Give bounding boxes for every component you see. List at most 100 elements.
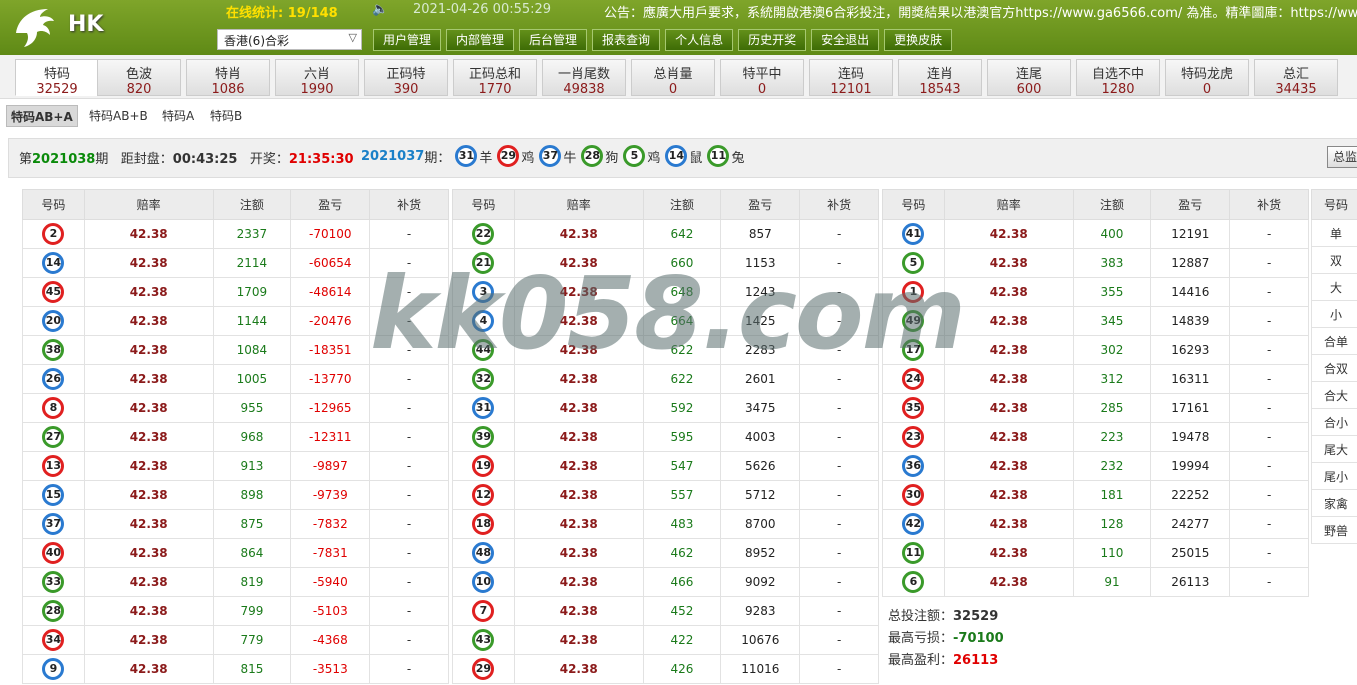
side-bet-item[interactable]: 大 (1311, 273, 1357, 301)
rebuy-cell[interactable]: - (799, 480, 879, 510)
odds-cell[interactable]: 42.38 (83, 480, 214, 510)
odds-cell[interactable]: 42.38 (943, 219, 1074, 249)
odds-cell[interactable]: 42.38 (83, 306, 214, 336)
odds-cell[interactable]: 42.38 (83, 393, 214, 423)
type-tab[interactable]: 色波 820 (97, 59, 181, 97)
odds-cell[interactable]: 42.38 (83, 596, 214, 626)
side-bet-item[interactable]: 合双 (1311, 354, 1357, 382)
odds-cell[interactable]: 42.38 (943, 364, 1074, 394)
odds-cell[interactable]: 42.38 (943, 422, 1074, 452)
type-tab[interactable]: 正码总和 1770 (453, 59, 537, 97)
rebuy-cell[interactable]: - (799, 538, 879, 568)
side-bet-item[interactable]: 尾小 (1311, 462, 1357, 490)
rebuy-cell[interactable]: - (369, 248, 449, 278)
rebuy-cell[interactable]: - (799, 509, 879, 539)
odds-cell[interactable]: 42.38 (943, 538, 1074, 568)
rebuy-cell[interactable]: - (799, 451, 879, 481)
rebuy-cell[interactable]: - (369, 422, 449, 452)
rebuy-cell[interactable]: - (1229, 451, 1309, 481)
type-tab[interactable]: 总汇 34435 (1254, 59, 1338, 97)
odds-cell[interactable]: 42.38 (943, 393, 1074, 423)
odds-cell[interactable]: 42.38 (943, 509, 1074, 539)
rebuy-cell[interactable]: - (799, 422, 879, 452)
type-tab[interactable]: 六肖 1990 (275, 59, 359, 97)
rebuy-cell[interactable]: - (1229, 480, 1309, 510)
rebuy-cell[interactable]: - (1229, 248, 1309, 278)
type-tab[interactable]: 特码 32529 (15, 59, 99, 97)
lottery-select[interactable]: 香港(6)合彩 ▽ (217, 29, 362, 50)
nav-skin[interactable]: 更换皮肤 (884, 29, 953, 51)
rebuy-cell[interactable]: - (369, 393, 449, 423)
odds-cell[interactable]: 42.38 (513, 219, 644, 249)
odds-cell[interactable]: 42.38 (83, 625, 214, 655)
odds-cell[interactable]: 42.38 (83, 509, 214, 539)
odds-cell[interactable]: 42.38 (513, 625, 644, 655)
rebuy-cell[interactable]: - (369, 567, 449, 597)
odds-cell[interactable]: 42.38 (513, 393, 644, 423)
odds-cell[interactable]: 42.38 (513, 480, 644, 510)
speaker-icon[interactable]: 🔈 (372, 2, 388, 17)
odds-cell[interactable]: 42.38 (513, 248, 644, 278)
rebuy-cell[interactable]: - (369, 219, 449, 249)
summary-button[interactable]: 总监 (1327, 146, 1357, 168)
subtab-b[interactable]: 特码B (206, 105, 246, 127)
odds-cell[interactable]: 42.38 (513, 538, 644, 568)
nav-internal-mgmt[interactable]: 内部管理 (446, 29, 515, 51)
odds-cell[interactable]: 42.38 (513, 654, 644, 684)
rebuy-cell[interactable]: - (1229, 364, 1309, 394)
nav-user-mgmt[interactable]: 用户管理 (373, 29, 442, 51)
rebuy-cell[interactable]: - (369, 654, 449, 684)
odds-cell[interactable]: 42.38 (83, 219, 214, 249)
type-tab[interactable]: 特码龙虎 0 (1165, 59, 1249, 97)
rebuy-cell[interactable]: - (369, 596, 449, 626)
nav-backend-mgmt[interactable]: 后台管理 (519, 29, 588, 51)
odds-cell[interactable]: 42.38 (943, 306, 1074, 336)
rebuy-cell[interactable]: - (1229, 277, 1309, 307)
odds-cell[interactable]: 42.38 (83, 422, 214, 452)
odds-cell[interactable]: 42.38 (83, 654, 214, 684)
rebuy-cell[interactable]: - (1229, 538, 1309, 568)
type-tab[interactable]: 连码 12101 (809, 59, 893, 97)
odds-cell[interactable]: 42.38 (513, 335, 644, 365)
subtab-a[interactable]: 特码A (158, 105, 198, 127)
side-bet-item[interactable]: 野兽 (1311, 516, 1357, 544)
odds-cell[interactable]: 42.38 (513, 509, 644, 539)
rebuy-cell[interactable]: - (1229, 509, 1309, 539)
rebuy-cell[interactable]: - (799, 567, 879, 597)
odds-cell[interactable]: 42.38 (513, 364, 644, 394)
side-bet-item[interactable]: 合单 (1311, 327, 1357, 355)
nav-logout[interactable]: 安全退出 (811, 29, 880, 51)
rebuy-cell[interactable]: - (799, 625, 879, 655)
odds-cell[interactable]: 42.38 (513, 306, 644, 336)
odds-cell[interactable]: 42.38 (83, 364, 214, 394)
side-bet-item[interactable]: 单 (1311, 219, 1357, 247)
rebuy-cell[interactable]: - (369, 306, 449, 336)
odds-cell[interactable]: 42.38 (513, 567, 644, 597)
odds-cell[interactable]: 42.38 (513, 451, 644, 481)
rebuy-cell[interactable]: - (369, 277, 449, 307)
side-bet-item[interactable]: 双 (1311, 246, 1357, 274)
odds-cell[interactable]: 42.38 (943, 248, 1074, 278)
odds-cell[interactable]: 42.38 (943, 335, 1074, 365)
type-tab[interactable]: 连肖 18543 (898, 59, 982, 97)
nav-profile[interactable]: 个人信息 (665, 29, 734, 51)
rebuy-cell[interactable]: - (799, 393, 879, 423)
rebuy-cell[interactable]: - (1229, 393, 1309, 423)
odds-cell[interactable]: 42.38 (513, 596, 644, 626)
type-tab[interactable]: 特肖 1086 (186, 59, 270, 97)
rebuy-cell[interactable]: - (369, 538, 449, 568)
rebuy-cell[interactable]: - (1229, 567, 1309, 597)
type-tab[interactable]: 总肖量 0 (631, 59, 715, 97)
odds-cell[interactable]: 42.38 (513, 422, 644, 452)
type-tab[interactable]: 连尾 600 (987, 59, 1071, 97)
rebuy-cell[interactable]: - (799, 596, 879, 626)
side-bet-item[interactable]: 尾大 (1311, 435, 1357, 463)
odds-cell[interactable]: 42.38 (513, 277, 644, 307)
subtab-ab-b[interactable]: 特码AB+B (85, 105, 152, 127)
rebuy-cell[interactable]: - (369, 480, 449, 510)
side-bet-item[interactable]: 合小 (1311, 408, 1357, 436)
rebuy-cell[interactable]: - (1229, 219, 1309, 249)
rebuy-cell[interactable]: - (369, 451, 449, 481)
nav-reports[interactable]: 报表查询 (592, 29, 661, 51)
rebuy-cell[interactable]: - (799, 654, 879, 684)
